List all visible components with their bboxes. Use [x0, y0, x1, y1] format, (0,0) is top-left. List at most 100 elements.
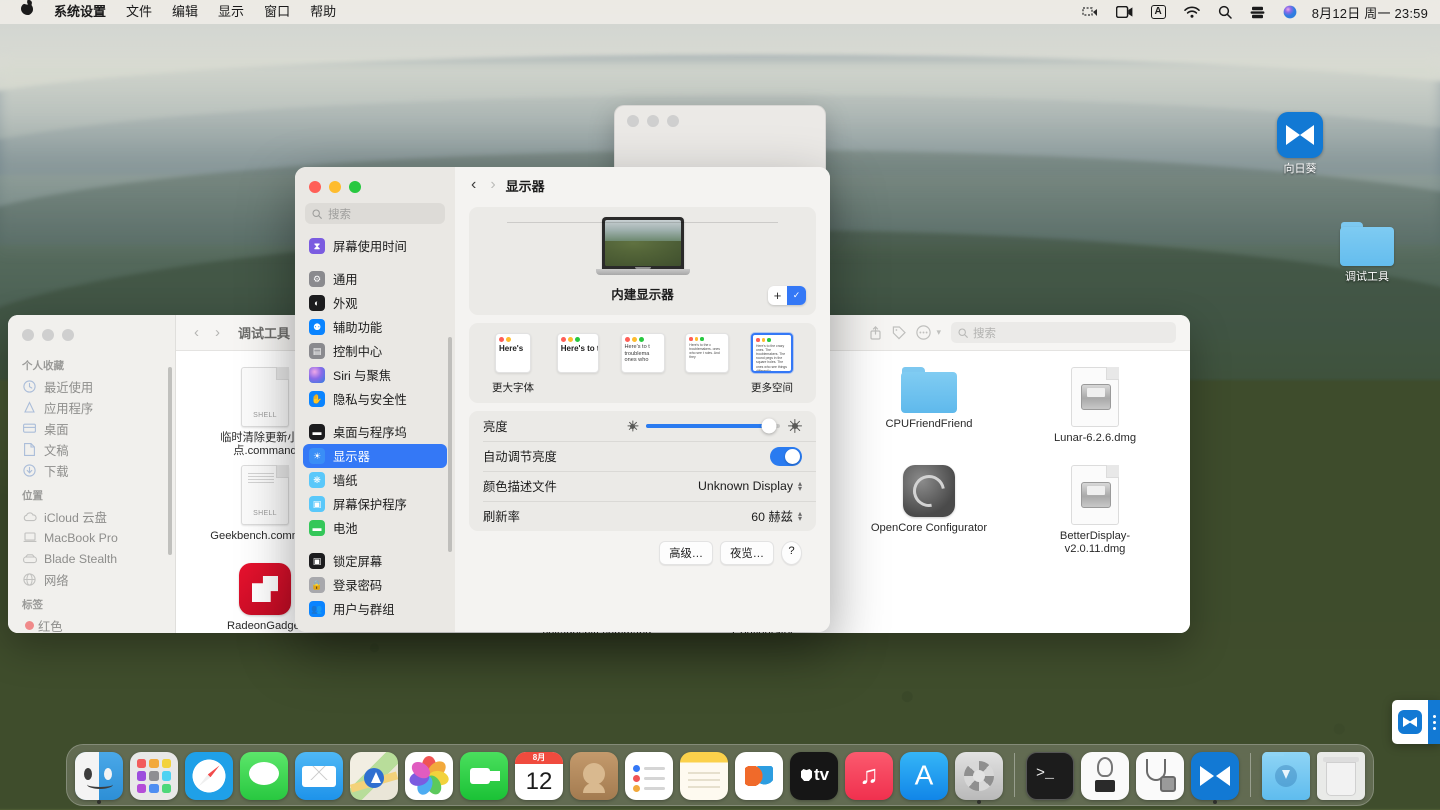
dock-item-terminal[interactable] [1025, 752, 1075, 800]
desktop-icon-debug-tools[interactable]: 调试工具 [1322, 222, 1412, 285]
dock-item-system-settings[interactable] [954, 752, 1004, 800]
close-button[interactable] [627, 115, 639, 127]
dock-item-launchpad[interactable] [129, 752, 179, 800]
help-button[interactable]: ? [781, 541, 802, 565]
dock-item-maps[interactable] [349, 752, 399, 800]
sunflower-floating-widget[interactable] [1392, 700, 1440, 744]
settings-sidebar-scrollbar[interactable] [448, 337, 452, 552]
dock-item-messages[interactable] [239, 752, 289, 800]
sidebar-item-tag-red[interactable]: 红色 [8, 615, 175, 633]
sidebar-item-desktop[interactable]: 桌面 [8, 418, 175, 439]
refresh-rate-popup[interactable]: 60 赫兹 ▴▾ [751, 507, 802, 525]
sidebar-item-network[interactable]: 网络 [8, 569, 175, 590]
sidebar-scrollbar[interactable] [168, 367, 172, 555]
file-item[interactable]: OpenCore Configurator [846, 463, 1012, 561]
menu-window[interactable]: 窗口 [254, 0, 300, 24]
file-item[interactable]: BetterDisplay-v2.0.11.dmg [1012, 463, 1178, 561]
screen-recording-icon[interactable] [1107, 0, 1142, 24]
system-settings-window[interactable]: 搜索 ⧗ 屏幕使用时间 ⚙ 通用 ◐ 外观 ⚉ 辅助功能 [295, 167, 830, 632]
settings-search-input[interactable]: 搜索 [305, 203, 445, 224]
dock-item-photos[interactable] [404, 752, 454, 800]
file-item[interactable]: Lunar-6.2.6.dmg [1012, 365, 1178, 463]
dock-item-stethoscope[interactable] [1135, 752, 1185, 800]
sidebar-item-battery[interactable]: ▬ 电池 [303, 516, 447, 540]
built-in-display-preview[interactable] [602, 217, 684, 275]
resolution-option-1[interactable]: Here's 更大字体 [483, 333, 543, 395]
tags-icon[interactable] [892, 326, 906, 340]
apple-menu[interactable] [10, 0, 44, 24]
resolution-option-2[interactable]: Here's to troublem [548, 333, 608, 373]
forward-button[interactable]: › [490, 176, 495, 194]
resolution-option-5-selected[interactable]: Here's to the crazy ones. The troublemak… [742, 333, 802, 395]
minimize-button[interactable] [42, 329, 54, 341]
sidebar-item-passwords[interactable]: 🔑 密码 [303, 630, 447, 632]
auto-brightness-toggle[interactable] [770, 447, 802, 466]
back-button[interactable]: ‹ [471, 176, 476, 194]
sidebar-item-icloud[interactable]: iCloud 云盘 [8, 506, 175, 527]
close-button[interactable] [22, 329, 34, 341]
display-options-dropdown[interactable]: ✓ [787, 286, 806, 305]
dock-item-notes[interactable] [679, 752, 729, 800]
menu-edit[interactable]: 编辑 [162, 0, 208, 24]
sidebar-item-lock-screen[interactable]: ▣ 锁定屏幕 [303, 549, 447, 573]
dock-item-safari[interactable] [184, 752, 234, 800]
close-button[interactable] [309, 181, 321, 193]
widget-drag-handle[interactable] [1428, 700, 1440, 744]
share-icon[interactable] [869, 326, 882, 340]
dock-item-downloads[interactable] [1261, 752, 1311, 800]
night-shift-button[interactable]: 夜览… [720, 541, 774, 565]
sidebar-item-siri-spotlight[interactable]: Siri 与聚焦 [303, 363, 447, 387]
dock-item-reminders[interactable] [624, 752, 674, 800]
desktop-icon-sunflower[interactable]: 向日葵 [1255, 112, 1345, 177]
screen-mirroring-icon[interactable] [1073, 0, 1107, 24]
sidebar-item-displays[interactable]: ☀ 显示器 [303, 444, 447, 468]
brightness-control[interactable] [627, 419, 802, 433]
dock-item-facetime[interactable] [459, 752, 509, 800]
more-actions-button[interactable]: ▾ [916, 325, 941, 340]
siri-icon[interactable] [1274, 0, 1306, 24]
dock-item-contacts[interactable] [569, 752, 619, 800]
advanced-button[interactable]: 高级… [659, 541, 713, 565]
file-item[interactable]: CPUFriendFriend [846, 365, 1012, 463]
dock-item-trash[interactable] [1316, 752, 1366, 800]
finder-search-input[interactable]: 搜索 [951, 322, 1176, 343]
dock-item-finder[interactable] [74, 752, 124, 800]
menu-view[interactable]: 显示 [208, 0, 254, 24]
zoom-button[interactable] [62, 329, 74, 341]
menu-file[interactable]: 文件 [116, 0, 162, 24]
sidebar-item-screensaver[interactable]: ▣ 屏幕保护程序 [303, 492, 447, 516]
sidebar-item-login-password[interactable]: 🔒 登录密码 [303, 573, 447, 597]
sidebar-item-general[interactable]: ⚙ 通用 [303, 267, 447, 291]
menu-app-name[interactable]: 系统设置 [44, 0, 116, 24]
dock-item-app-store[interactable] [899, 752, 949, 800]
dock-item-music[interactable] [844, 752, 894, 800]
resolution-option-3[interactable]: Here's to t troublema ones who [613, 333, 673, 373]
sidebar-item-documents[interactable]: 文稿 [8, 439, 175, 460]
brightness-slider[interactable] [646, 424, 780, 428]
sidebar-item-applications[interactable]: 应用程序 [8, 397, 175, 418]
sidebar-item-desktop-dock[interactable]: ▬ 桌面与程序坞 [303, 420, 447, 444]
color-profile-popup[interactable]: Unknown Display ▴▾ [698, 479, 802, 493]
dock-item-sunflower[interactable] [1190, 752, 1240, 800]
input-source-icon[interactable]: A [1142, 0, 1175, 24]
dock-item-mail[interactable] [294, 752, 344, 800]
sidebar-item-privacy-security[interactable]: ✋ 隐私与安全性 [303, 387, 447, 411]
dock-item-calendar[interactable]: 8月 12 [514, 752, 564, 800]
sidebar-item-wallpaper[interactable]: ❋ 墙纸 [303, 468, 447, 492]
dock-item-apple-tv[interactable] [789, 752, 839, 800]
scanner-icon[interactable] [1241, 0, 1274, 24]
sidebar-item-recents[interactable]: 最近使用 [8, 376, 175, 397]
dock-item-freeform[interactable] [734, 752, 784, 800]
zoom-button[interactable] [667, 115, 679, 127]
sidebar-item-macbook-pro[interactable]: MacBook Pro [8, 527, 175, 548]
dock-item-hackintool[interactable] [1080, 752, 1130, 800]
sidebar-item-accessibility[interactable]: ⚉ 辅助功能 [303, 315, 447, 339]
menu-help[interactable]: 帮助 [300, 0, 346, 24]
sidebar-item-blade-stealth[interactable]: Blade Stealth [8, 548, 175, 569]
sidebar-item-screen-time[interactable]: ⧗ 屏幕使用时间 [303, 234, 447, 258]
wifi-icon[interactable] [1175, 0, 1209, 24]
sidebar-item-appearance[interactable]: ◐ 外观 [303, 291, 447, 315]
minimize-button[interactable] [647, 115, 659, 127]
forward-button[interactable]: › [215, 324, 220, 341]
back-button[interactable]: ‹ [194, 324, 199, 341]
